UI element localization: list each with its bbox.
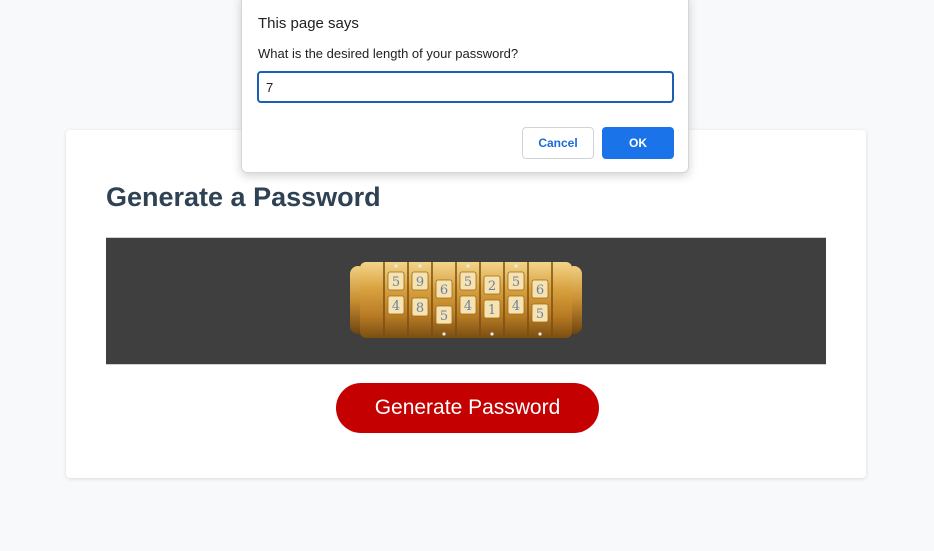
svg-text:1: 1 — [488, 303, 496, 318]
svg-text:5: 5 — [536, 307, 544, 322]
svg-text:6: 6 — [440, 283, 448, 298]
svg-text:6: 6 — [536, 283, 544, 298]
prompt-dialog: This page says What is the desired lengt… — [241, 0, 689, 173]
svg-text:9: 9 — [416, 275, 424, 290]
password-length-input[interactable] — [257, 71, 674, 103]
dialog-message: What is the desired length of your passw… — [258, 46, 519, 61]
svg-text:2: 2 — [488, 279, 496, 294]
svg-text:4: 4 — [464, 299, 472, 314]
page: Generate a Password 5 9 6 5 2 5 6 4 8 4 … — [0, 0, 934, 551]
svg-text:5: 5 — [392, 275, 400, 290]
ok-button[interactable]: OK — [602, 127, 674, 159]
dialog-title: This page says — [258, 15, 359, 32]
svg-text:4: 4 — [512, 299, 520, 314]
generate-password-button[interactable]: Generate Password — [336, 383, 599, 433]
cryptex-lock-icon: 5 9 6 5 2 5 6 4 8 4 1 4 5 5 — [350, 262, 582, 338]
svg-text:5: 5 — [440, 309, 448, 324]
password-generator-card: Generate a Password 5 9 6 5 2 5 6 4 8 4 … — [66, 130, 866, 478]
banner: 5 9 6 5 2 5 6 4 8 4 1 4 5 5 — [106, 237, 826, 365]
cancel-button[interactable]: Cancel — [522, 127, 594, 159]
svg-text:4: 4 — [392, 299, 400, 314]
svg-text:5: 5 — [464, 275, 472, 290]
page-title: Generate a Password — [106, 182, 381, 212]
svg-text:5: 5 — [512, 275, 520, 290]
svg-text:8: 8 — [416, 301, 424, 316]
